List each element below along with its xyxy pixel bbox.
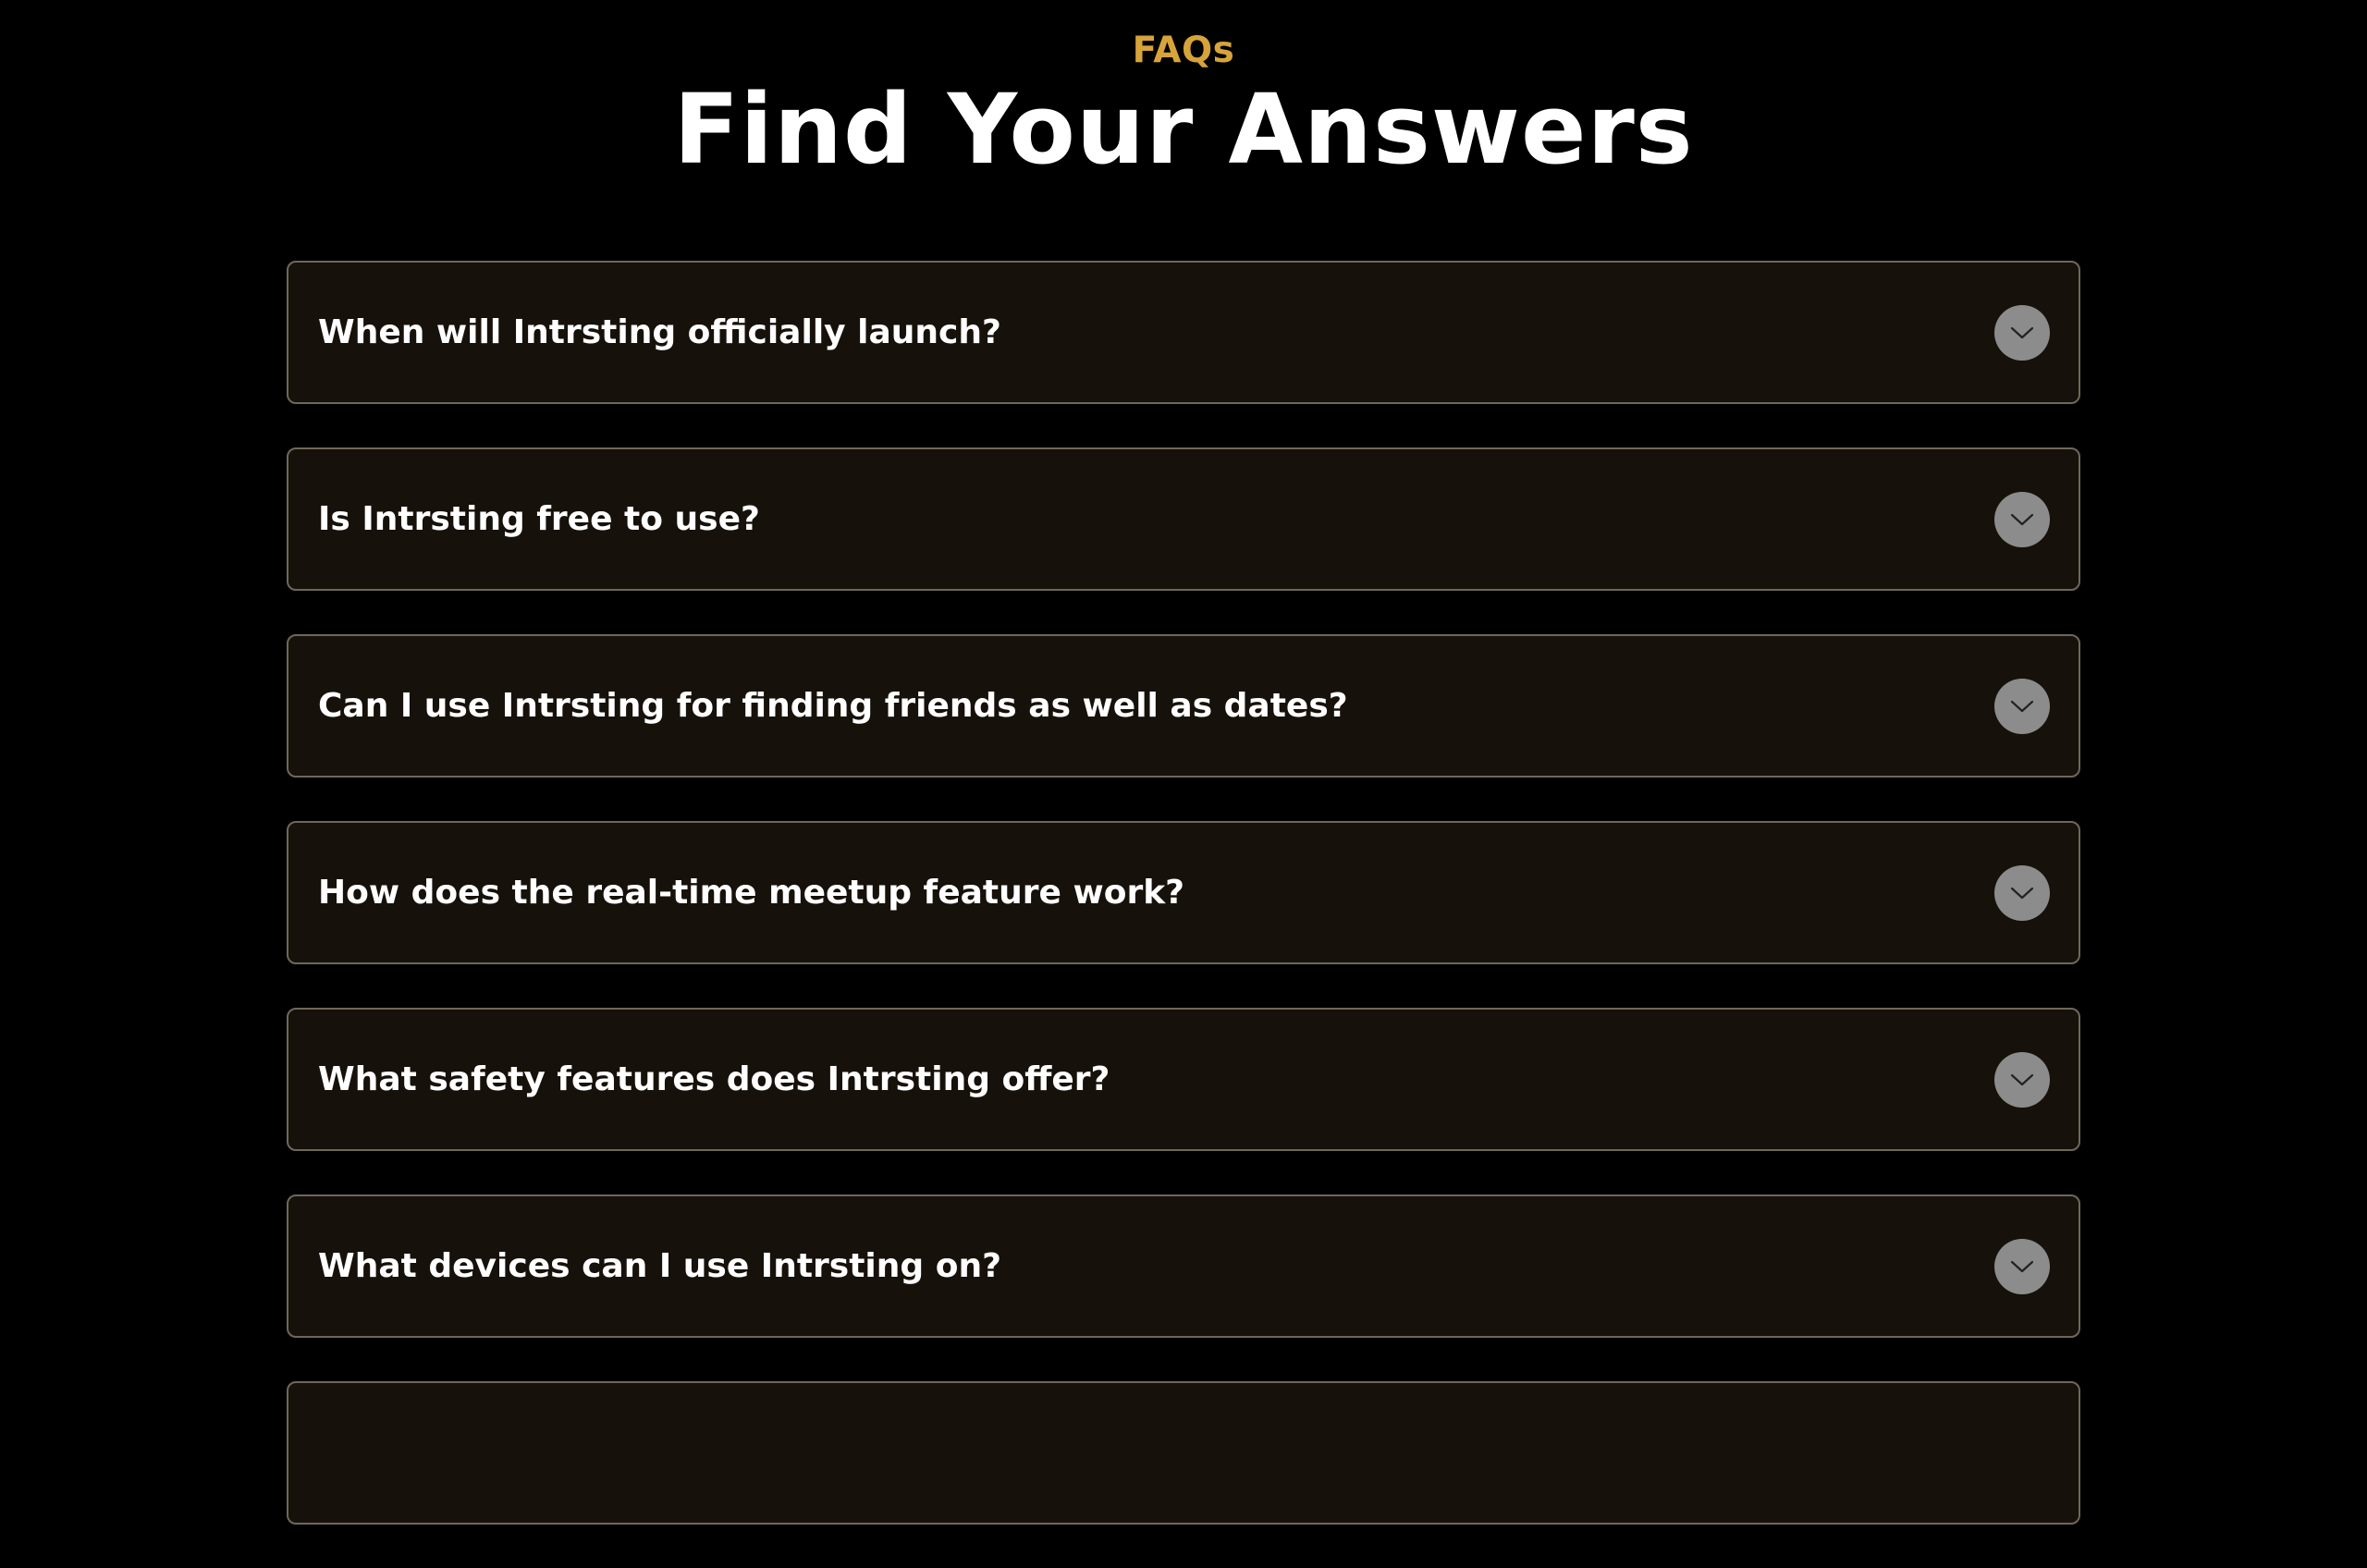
chevron-down-icon <box>2010 887 2034 900</box>
faq-item-safety[interactable]: What safety features does Intrsting offe… <box>287 1008 2080 1151</box>
chevron-down-icon <box>2010 1260 2034 1273</box>
faq-question: Can I use Intrsting for finding friends … <box>318 687 1348 725</box>
expand-toggle-button[interactable] <box>1994 1052 2050 1108</box>
faq-question: What safety features does Intrsting offe… <box>318 1060 1110 1098</box>
faq-item-partial[interactable] <box>287 1381 2080 1525</box>
expand-toggle-button[interactable] <box>1994 492 2050 547</box>
expand-toggle-button[interactable] <box>1994 1239 2050 1294</box>
expand-toggle-button[interactable] <box>1994 679 2050 734</box>
faq-item-friends[interactable]: Can I use Intrsting for finding friends … <box>287 634 2080 778</box>
faq-question: Is Intrsting free to use? <box>318 500 760 538</box>
faq-item-meetup[interactable]: How does the real-time meetup feature wo… <box>287 821 2080 964</box>
faq-item-devices[interactable]: What devices can I use Intrsting on? <box>287 1194 2080 1338</box>
section-eyebrow: FAQs <box>1132 30 1235 71</box>
chevron-down-icon <box>2010 326 2034 339</box>
faq-list: When will Intrsting officially launch? I… <box>287 261 2080 1568</box>
faq-question: How does the real-time meetup feature wo… <box>318 874 1185 912</box>
page-title: Find Your Answers <box>673 73 1694 186</box>
faq-item-free[interactable]: Is Intrsting free to use? <box>287 447 2080 591</box>
chevron-down-icon <box>2010 700 2034 713</box>
faq-item-launch[interactable]: When will Intrsting officially launch? <box>287 261 2080 404</box>
expand-toggle-button[interactable] <box>1994 305 2050 361</box>
chevron-down-icon <box>2010 513 2034 526</box>
faq-question: What devices can I use Intrsting on? <box>318 1247 1001 1285</box>
faq-question: When will Intrsting officially launch? <box>318 313 1001 351</box>
expand-toggle-button[interactable] <box>1994 865 2050 921</box>
chevron-down-icon <box>2010 1073 2034 1086</box>
